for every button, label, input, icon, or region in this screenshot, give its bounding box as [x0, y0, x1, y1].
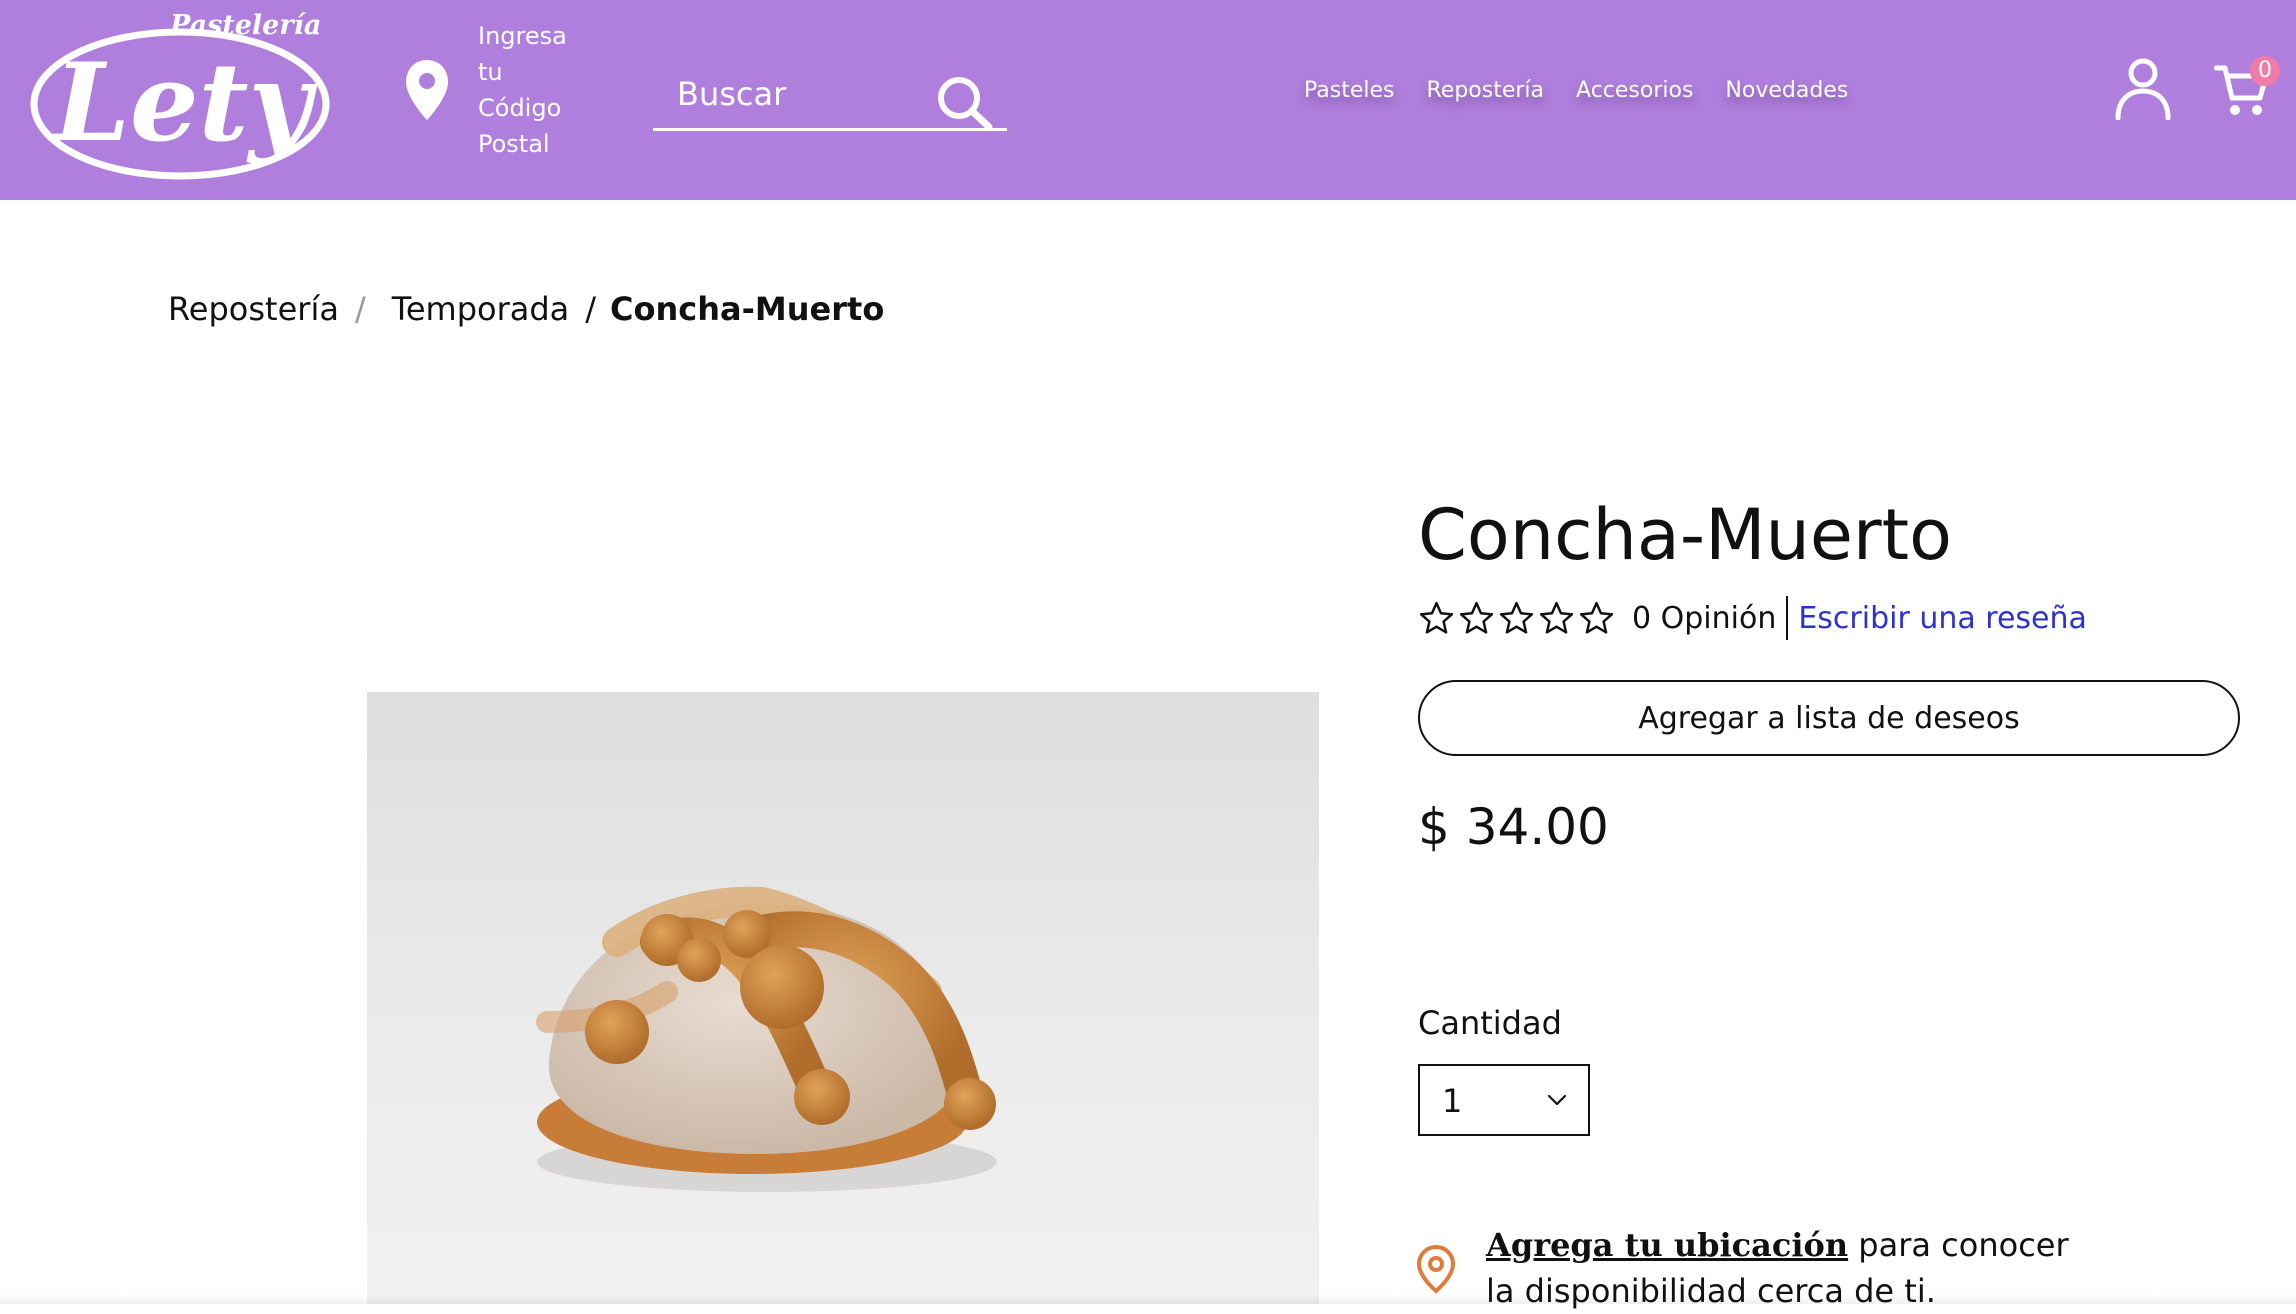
rating-stars[interactable] — [1418, 600, 1618, 637]
user-icon[interactable] — [2114, 58, 2172, 120]
star-outline-icon — [1499, 601, 1534, 634]
product-price: $ 34.00 — [1418, 798, 1609, 856]
location-pin-icon[interactable] — [404, 58, 450, 122]
postal-prompt-line: tu — [478, 58, 503, 86]
add-location-link[interactable]: Agrega tu ubicación — [1486, 1226, 1848, 1264]
rating-divider — [1786, 596, 1789, 640]
concha-muerto-photo — [536, 886, 997, 1192]
breadcrumb-separator: / — [585, 290, 597, 328]
quantity-value: 1 — [1442, 1082, 1463, 1120]
postal-prompt-line: Postal — [478, 130, 550, 158]
quantity-select[interactable]: 1 — [1418, 1064, 1590, 1136]
write-review-link[interactable]: Escribir una reseña — [1798, 601, 2087, 636]
product-title: Concha-Muerto — [1418, 494, 1952, 576]
star-outline-icon — [1539, 601, 1574, 634]
logo-main-text: Lety — [51, 40, 318, 166]
site-header: Pastelería Lety Ingresa tu Código Postal… — [0, 0, 2296, 200]
nav-item-accesorios[interactable]: Accesorios — [1576, 78, 1693, 112]
breadcrumb-separator: / — [354, 290, 366, 328]
search-bar — [653, 66, 1007, 131]
breadcrumb-current: Concha-Muerto — [610, 290, 885, 328]
nav-item-reposteria[interactable]: Repostería — [1427, 78, 1545, 112]
cart-count-badge: 0 — [2250, 56, 2280, 86]
postal-prompt-line: Código — [478, 94, 562, 122]
breadcrumb-item-reposteria[interactable]: Repostería — [168, 290, 339, 328]
logo-top-text: Pastelería — [169, 10, 321, 41]
chevron-down-icon — [1547, 1094, 1567, 1106]
star-outline-icon — [1579, 601, 1614, 634]
bottom-shade — [0, 1294, 2296, 1304]
main-nav: Pasteles Repostería Accesorios Novedades — [1304, 78, 1880, 112]
rating-row: 0 Opinión Escribir una reseña — [1418, 596, 2087, 640]
add-to-wishlist-button[interactable]: Agregar a lista de deseos — [1418, 680, 2240, 756]
breadcrumb: Repostería / Temporada / Concha-Muerto — [168, 290, 884, 328]
search-input[interactable] — [653, 66, 947, 122]
breadcrumb-item-temporada[interactable]: Temporada — [392, 290, 570, 328]
product-image[interactable] — [367, 692, 1319, 1304]
lety-logo[interactable]: Pastelería Lety — [28, 0, 338, 182]
postal-code-prompt[interactable]: Ingresa tu Código Postal — [478, 18, 588, 162]
nav-item-pasteles[interactable]: Pasteles — [1304, 78, 1395, 112]
cart-button[interactable]: 0 — [2214, 56, 2280, 120]
star-outline-icon — [1459, 601, 1494, 634]
star-outline-icon — [1419, 601, 1454, 634]
location-pin-icon — [1416, 1244, 1456, 1294]
search-icon[interactable] — [935, 74, 993, 130]
nav-item-novedades[interactable]: Novedades — [1725, 78, 1848, 112]
quantity-label: Cantidad — [1418, 1004, 1562, 1042]
opinion-count: 0 Opinión — [1632, 600, 1777, 636]
postal-prompt-line: Ingresa — [478, 22, 567, 50]
